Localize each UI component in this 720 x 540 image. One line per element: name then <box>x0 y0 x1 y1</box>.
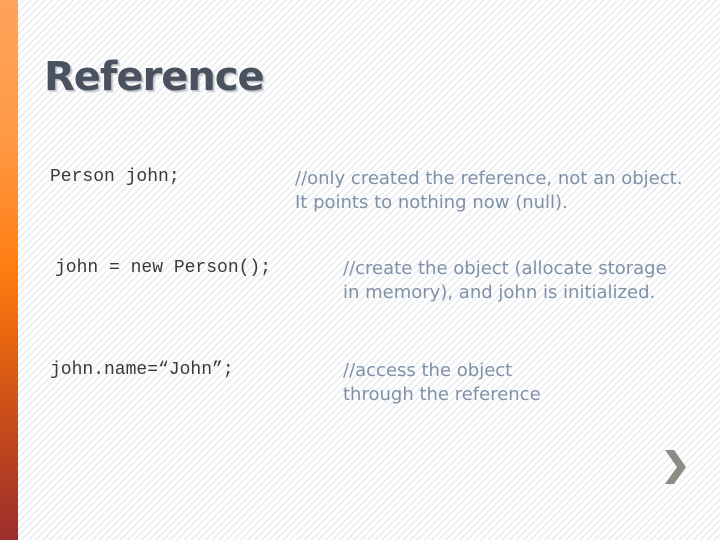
code-comment: //access the object through the referenc… <box>343 360 541 405</box>
code-comment: //create the object (allocate storage in… <box>343 258 667 303</box>
chevron-right-icon <box>665 450 686 484</box>
slide-title: Reference <box>44 54 265 100</box>
code-line: john = new Person(); <box>55 258 272 278</box>
code-line: john.name=“John”; <box>50 360 234 380</box>
accent-side-bar <box>0 0 18 540</box>
next-slide-button[interactable] <box>662 448 690 486</box>
code-comment: //only created the reference, not an obj… <box>295 168 683 213</box>
code-line: Person john; <box>50 167 180 187</box>
